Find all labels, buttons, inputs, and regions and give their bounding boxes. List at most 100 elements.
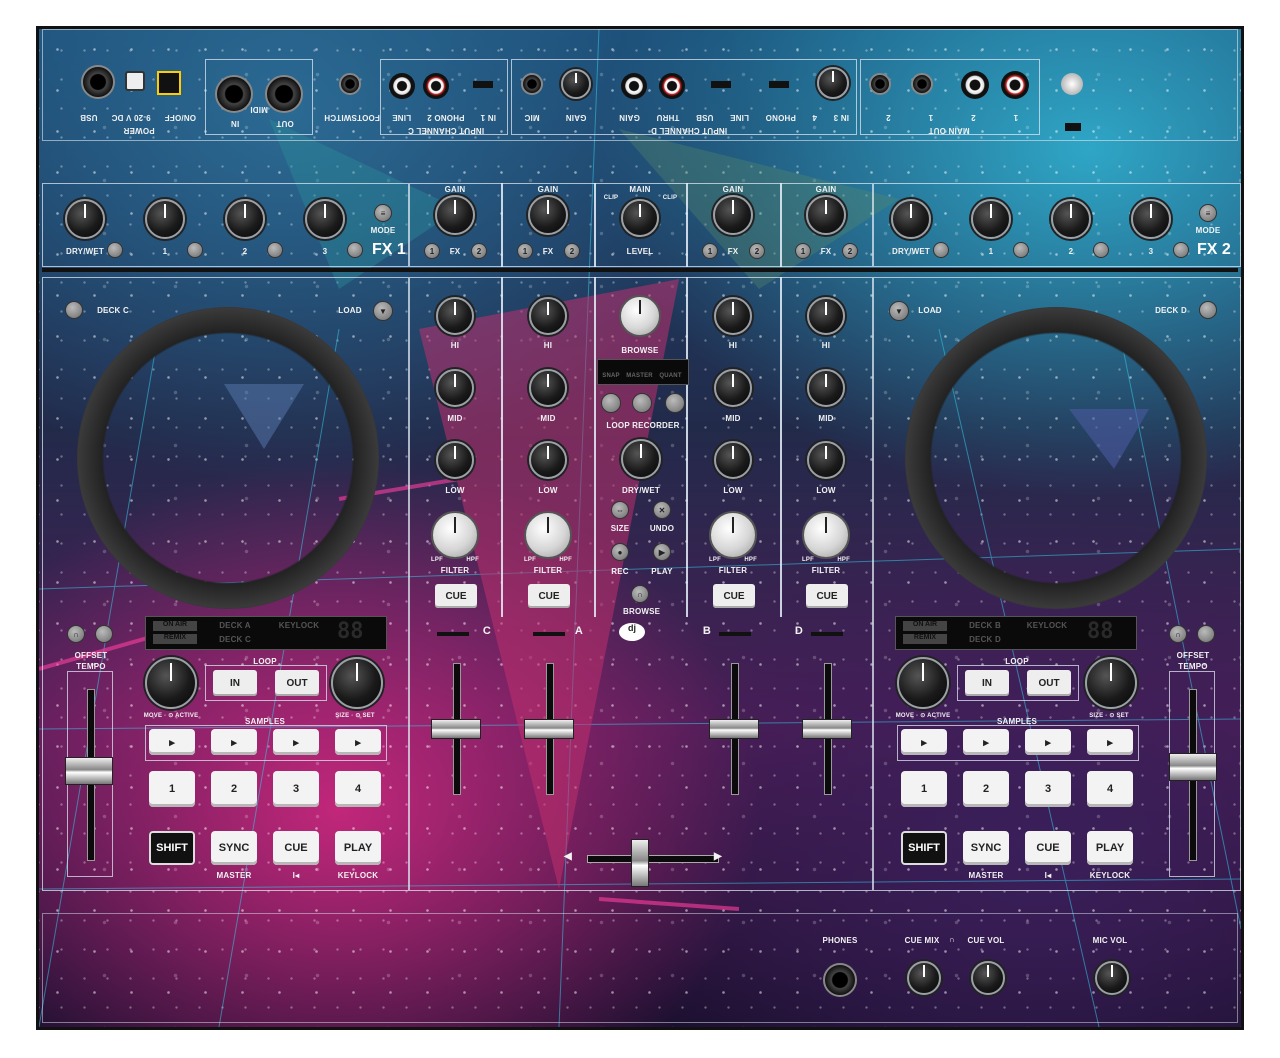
left-loop-in-button[interactable]: IN — [213, 670, 257, 696]
left-loop-size-knob[interactable] — [331, 657, 383, 709]
cue-button-c[interactable]: CUE — [435, 584, 477, 608]
fx2-knob-3[interactable] — [1131, 199, 1171, 239]
input-d-switch[interactable] — [711, 81, 731, 88]
fx2-button-1[interactable] — [1013, 242, 1029, 258]
left-sample-play-1[interactable]: ▸ — [149, 729, 195, 755]
right-pad-2[interactable]: 2 — [963, 771, 1009, 807]
cue-button-d[interactable]: CUE — [806, 584, 848, 608]
right-load-button[interactable]: ▼ — [889, 301, 909, 321]
gain-knob-d[interactable] — [806, 195, 846, 235]
right-loop-move-knob[interactable] — [897, 657, 949, 709]
left-sample-play-4[interactable]: ▸ — [335, 729, 381, 755]
filter-knob-a[interactable] — [524, 511, 572, 559]
left-play-button[interactable]: PLAY — [335, 831, 381, 865]
eq-low-knob-d[interactable] — [807, 441, 845, 479]
fx1-button-1[interactable] — [187, 242, 203, 258]
left-loop-out-button[interactable]: OUT — [275, 670, 319, 696]
eq-hi-knob-a[interactable] — [529, 297, 567, 335]
input-d-gain-knob[interactable] — [817, 67, 849, 99]
usb-thru-switch[interactable] — [769, 81, 789, 88]
eq-low-knob-c[interactable] — [436, 441, 474, 479]
left-loop-move-knob[interactable] — [145, 657, 197, 709]
cue-button-a[interactable]: CUE — [528, 584, 570, 608]
filter-knob-b[interactable] — [709, 511, 757, 559]
filter-knob-c[interactable] — [431, 511, 479, 559]
power-switch[interactable] — [81, 65, 115, 99]
browse-encoder[interactable] — [619, 295, 661, 337]
gain-knob-a[interactable] — [528, 195, 568, 235]
snap-button[interactable] — [601, 393, 621, 413]
channel-fader-a[interactable] — [524, 719, 574, 739]
fx-assign-1-a[interactable]: 1 — [517, 243, 533, 259]
undo-button[interactable]: ✕ — [653, 501, 671, 519]
left-load-button[interactable]: ▼ — [373, 301, 393, 321]
input-c-switch[interactable] — [473, 81, 493, 88]
right-cue-button[interactable]: CUE — [1025, 831, 1071, 865]
quant-button[interactable] — [665, 393, 685, 413]
eq-mid-knob-c[interactable] — [436, 369, 474, 407]
right-tempo-fader[interactable] — [1169, 753, 1217, 781]
gain-knob-c[interactable] — [435, 195, 475, 235]
right-sync-button[interactable]: SYNC — [963, 831, 1009, 865]
fx-assign-2-c[interactable]: 2 — [471, 243, 487, 259]
fx-assign-2-a[interactable]: 2 — [564, 243, 580, 259]
right-sample-play-1[interactable]: ▸ — [901, 729, 947, 755]
left-sample-play-2[interactable]: ▸ — [211, 729, 257, 755]
filter-knob-d[interactable] — [802, 511, 850, 559]
fx-assign-2-b[interactable]: 2 — [749, 243, 765, 259]
fx1-button-3[interactable] — [347, 242, 363, 258]
right-loop-out-button[interactable]: OUT — [1027, 670, 1071, 696]
main-level-knob[interactable] — [621, 199, 659, 237]
right-sample-play-2[interactable]: ▸ — [963, 729, 1009, 755]
deck-c-toggle-button[interactable] — [65, 301, 83, 319]
play-button-recorder[interactable]: ▶ — [653, 543, 671, 561]
right-pad-3[interactable]: 3 — [1025, 771, 1071, 807]
channel-fader-b[interactable] — [709, 719, 759, 739]
eq-hi-knob-b[interactable] — [714, 297, 752, 335]
deck-d-toggle-button[interactable] — [1199, 301, 1217, 319]
left-offset-button-minus[interactable]: ∩ — [67, 625, 85, 643]
mic-gain-knob[interactable] — [561, 69, 591, 99]
right-offset-button-minus[interactable]: ∩ — [1169, 625, 1187, 643]
fx-assign-1-c[interactable]: 1 — [424, 243, 440, 259]
eq-low-knob-b[interactable] — [714, 441, 752, 479]
fx2-button-2[interactable] — [1093, 242, 1109, 258]
right-jog-wheel[interactable] — [905, 307, 1207, 609]
right-shift-button[interactable]: SHIFT — [901, 831, 947, 865]
cue-mix-knob[interactable] — [907, 961, 941, 995]
fx1-knob-1[interactable] — [145, 199, 185, 239]
fx2-knob-2[interactable] — [1051, 199, 1091, 239]
right-offset-button-plus[interactable] — [1197, 625, 1215, 643]
right-pad-4[interactable]: 4 — [1087, 771, 1133, 807]
cue-vol-knob[interactable] — [971, 961, 1005, 995]
channel-fader-c[interactable] — [431, 719, 481, 739]
right-loop-in-button[interactable]: IN — [965, 670, 1009, 696]
fx2-button-3[interactable] — [1173, 242, 1189, 258]
left-shift-button[interactable]: SHIFT — [149, 831, 195, 865]
crossfader[interactable] — [631, 839, 649, 887]
left-tempo-fader[interactable] — [65, 757, 113, 785]
fx-assign-2-d[interactable]: 2 — [842, 243, 858, 259]
headphone-browse-button[interactable]: ∩ — [631, 585, 649, 603]
left-pad-4[interactable]: 4 — [335, 771, 381, 807]
eq-low-knob-a[interactable] — [529, 441, 567, 479]
right-loop-size-knob[interactable] — [1085, 657, 1137, 709]
loop-size-button[interactable]: ⇔ — [611, 501, 629, 519]
fx2-button-drywet[interactable] — [933, 242, 949, 258]
right-pad-1[interactable]: 1 — [901, 771, 947, 807]
fx1-knob-3[interactable] — [305, 199, 345, 239]
fx1-mode-button[interactable]: ≡ — [374, 204, 392, 222]
rear-switch[interactable] — [1065, 123, 1081, 131]
eq-hi-knob-d[interactable] — [807, 297, 845, 335]
left-pad-1[interactable]: 1 — [149, 771, 195, 807]
eq-mid-knob-b[interactable] — [714, 369, 752, 407]
rec-button[interactable]: ● — [611, 543, 629, 561]
fx-assign-1-d[interactable]: 1 — [795, 243, 811, 259]
eq-hi-knob-c[interactable] — [436, 297, 474, 335]
channel-fader-d[interactable] — [802, 719, 852, 739]
fx1-button-2[interactable] — [267, 242, 283, 258]
fx1-drywet-knob[interactable] — [65, 199, 105, 239]
fx2-drywet-knob[interactable] — [891, 199, 931, 239]
left-cue-button[interactable]: CUE — [273, 831, 319, 865]
fx1-button-drywet[interactable] — [107, 242, 123, 258]
